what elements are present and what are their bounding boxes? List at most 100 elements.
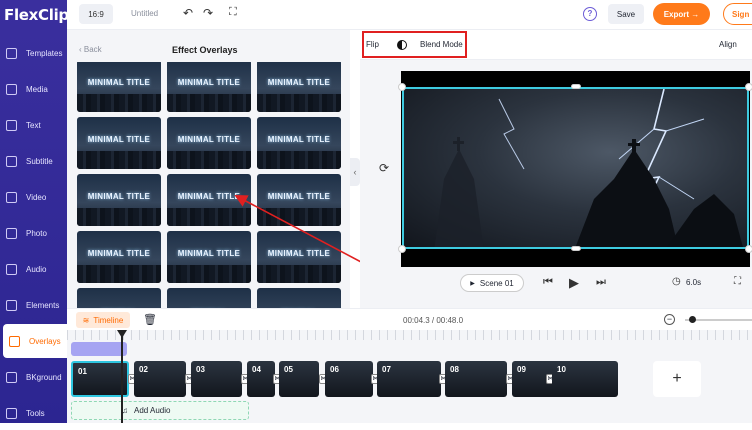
rotate-icon[interactable]: ⟳ bbox=[379, 161, 389, 175]
scene-clip[interactable]: 02 bbox=[134, 361, 186, 397]
project-title[interactable]: Untitled bbox=[131, 9, 158, 18]
redo-icon[interactable]: ↷ bbox=[203, 6, 213, 20]
overlay-thumbnail[interactable]: MINIMAL bbox=[77, 288, 161, 308]
sidebar-item-label: Elements bbox=[26, 300, 60, 310]
timeline-button[interactable]: ≋ Timeline bbox=[76, 312, 130, 328]
collapse-panel-button[interactable]: ‹ bbox=[350, 158, 360, 186]
overlay-thumbnail[interactable]: MINIMAL TITLE bbox=[77, 231, 161, 283]
scene-selector[interactable]: ▶ Scene 01 bbox=[460, 274, 524, 292]
scene-clip[interactable]: 06 bbox=[325, 361, 373, 397]
zoom-slider-knob[interactable] bbox=[689, 316, 696, 323]
next-icon[interactable]: ⏭ bbox=[596, 276, 606, 289]
trash-icon[interactable]: 🗑 bbox=[143, 313, 157, 326]
overlay-thumbnail[interactable]: MINIMAL TITLE bbox=[167, 62, 251, 112]
resize-handle[interactable] bbox=[745, 245, 752, 253]
aspect-ratio-button[interactable]: 16:9 bbox=[79, 4, 113, 24]
video-icon bbox=[6, 191, 17, 203]
sidebar-item-overlays[interactable]: Overlays bbox=[3, 324, 67, 358]
resize-handle[interactable] bbox=[745, 83, 752, 91]
scene-duration[interactable]: 6.0s bbox=[686, 278, 701, 287]
fullscreen-icon[interactable]: ⛶ bbox=[229, 6, 237, 19]
sidebar-item-audio[interactable]: Audio bbox=[0, 252, 67, 286]
scene-clip[interactable]: 07 bbox=[377, 361, 441, 397]
thumbnail-title: MINIMAL TITLE bbox=[87, 78, 151, 87]
sidebar-item-photo[interactable]: Photo bbox=[0, 216, 67, 250]
overlay-thumbnail[interactable]: MINIMAL TITLE bbox=[77, 174, 161, 226]
sidebar-item-video[interactable]: Video bbox=[0, 180, 67, 214]
undo-icon[interactable]: ↶ bbox=[183, 6, 193, 20]
top-bar: 16:9 Untitled ↶ ↷ ⛶ ? Save Export → Sign bbox=[67, 0, 752, 30]
overlay-thumbnail[interactable]: MINIMAL TITLE bbox=[167, 117, 251, 169]
zoom-out-icon[interactable]: − bbox=[664, 314, 675, 325]
play-icon[interactable]: ▶ bbox=[569, 275, 579, 291]
overlay-thumbnail[interactable]: MINIMAL bbox=[167, 288, 251, 308]
thumbnail-skyline bbox=[167, 208, 251, 226]
overlay-layer[interactable] bbox=[402, 87, 749, 249]
sidebar-item-text[interactable]: Text bbox=[0, 108, 67, 142]
timeline-ruler[interactable] bbox=[67, 330, 752, 340]
sidebar-item-tools[interactable]: Tools bbox=[0, 396, 67, 430]
overlays-icon bbox=[9, 335, 20, 347]
overlay-thumbnail[interactable]: MINIMAL bbox=[257, 288, 341, 308]
add-scene-button[interactable]: + bbox=[653, 361, 701, 397]
resize-handle[interactable] bbox=[571, 246, 581, 251]
export-button[interactable]: Export → bbox=[653, 3, 710, 25]
align-button[interactable]: Align bbox=[719, 40, 737, 49]
thumbnail-skyline bbox=[77, 151, 161, 169]
thumbnail-skyline bbox=[257, 94, 341, 112]
sidebar-item-label: Audio bbox=[26, 264, 47, 274]
overlay-thumbnail[interactable]: MINIMAL TITLE bbox=[77, 62, 161, 112]
help-icon[interactable]: ? bbox=[583, 7, 597, 21]
clip-number: 03 bbox=[196, 365, 205, 374]
sidebar-item-label: Text bbox=[26, 120, 41, 130]
overlay-thumbnail[interactable]: MINIMAL TITLE bbox=[257, 62, 341, 112]
sidebar-item-elements[interactable]: Elements bbox=[0, 288, 67, 322]
back-button[interactable]: ‹ Back bbox=[79, 45, 102, 54]
fullscreen-preview-icon[interactable]: ⛶ bbox=[734, 276, 741, 287]
previous-icon[interactable]: ⏮ bbox=[543, 276, 553, 289]
overlay-track-clip[interactable] bbox=[71, 342, 127, 356]
thumbnail-title: MINIMAL TITLE bbox=[177, 249, 241, 258]
resize-handle[interactable] bbox=[398, 83, 406, 91]
templates-icon bbox=[6, 47, 17, 59]
resize-handle[interactable] bbox=[571, 84, 581, 89]
scene-illustration bbox=[434, 89, 743, 247]
sidebar-item-label: Tools bbox=[26, 408, 45, 418]
scene-clip[interactable]: 08 bbox=[445, 361, 507, 397]
overlay-thumbnail[interactable]: MINIMAL TITLE bbox=[77, 117, 161, 169]
overlay-thumbnail[interactable]: MINIMAL TITLE bbox=[257, 117, 341, 169]
overlays-panel: ‹ Back Effect Overlays MINIMAL TITLE MINI… bbox=[67, 30, 350, 308]
scene-clip[interactable]: 04 bbox=[247, 361, 275, 397]
thumbnail-title: MINIMAL TITLE bbox=[87, 249, 151, 258]
scene-clip[interactable]: 03 bbox=[191, 361, 242, 397]
scene-clip[interactable]: 05 bbox=[279, 361, 319, 397]
back-label: Back bbox=[83, 45, 102, 54]
sidebar-item-media[interactable]: Media bbox=[0, 72, 67, 106]
elements-icon bbox=[6, 299, 17, 311]
thumbnail-title: MINIMAL TITLE bbox=[267, 192, 331, 201]
scene-clip[interactable]: 10 bbox=[552, 361, 618, 397]
thumbnail-skyline bbox=[77, 265, 161, 283]
thumbnail-skyline bbox=[257, 208, 341, 226]
overlay-thumbnail[interactable]: MINIMAL TITLE bbox=[257, 231, 341, 283]
sidebar-item-label: Media bbox=[26, 84, 48, 94]
overlay-thumbnail[interactable]: MINIMAL TITLE bbox=[167, 231, 251, 283]
scene-label: Scene 01 bbox=[479, 278, 514, 288]
sidebar-item-bkground[interactable]: BKground bbox=[0, 360, 67, 394]
sidebar-item-label: Subtitle bbox=[26, 156, 53, 166]
overlay-thumbnail[interactable]: MINIMAL TITLE bbox=[257, 174, 341, 226]
blend-mode-icon[interactable] bbox=[397, 40, 407, 50]
sidebar-item-templates[interactable]: Templates bbox=[0, 36, 67, 70]
playhead[interactable] bbox=[121, 331, 123, 423]
signin-button[interactable]: Sign bbox=[723, 3, 752, 25]
overlay-thumbnail[interactable]: MINIMAL TITLE bbox=[167, 174, 251, 226]
resize-handle[interactable] bbox=[398, 245, 406, 253]
flip-button[interactable]: Flip bbox=[366, 40, 379, 49]
play-scene-icon: ▶ bbox=[470, 280, 475, 287]
sidebar-item-subtitle[interactable]: Subtitle bbox=[0, 144, 67, 178]
blend-mode-button[interactable]: Blend Mode bbox=[420, 40, 463, 49]
app-logo[interactable]: FlexClip bbox=[4, 6, 69, 24]
playback-controls: ▶ Scene 01 ⏮ ▶ ⏭ ◷ 6.0s ⛶ bbox=[360, 270, 752, 298]
save-button[interactable]: Save bbox=[608, 4, 644, 24]
add-audio-button[interactable]: ♫ Add Audio bbox=[71, 401, 249, 420]
